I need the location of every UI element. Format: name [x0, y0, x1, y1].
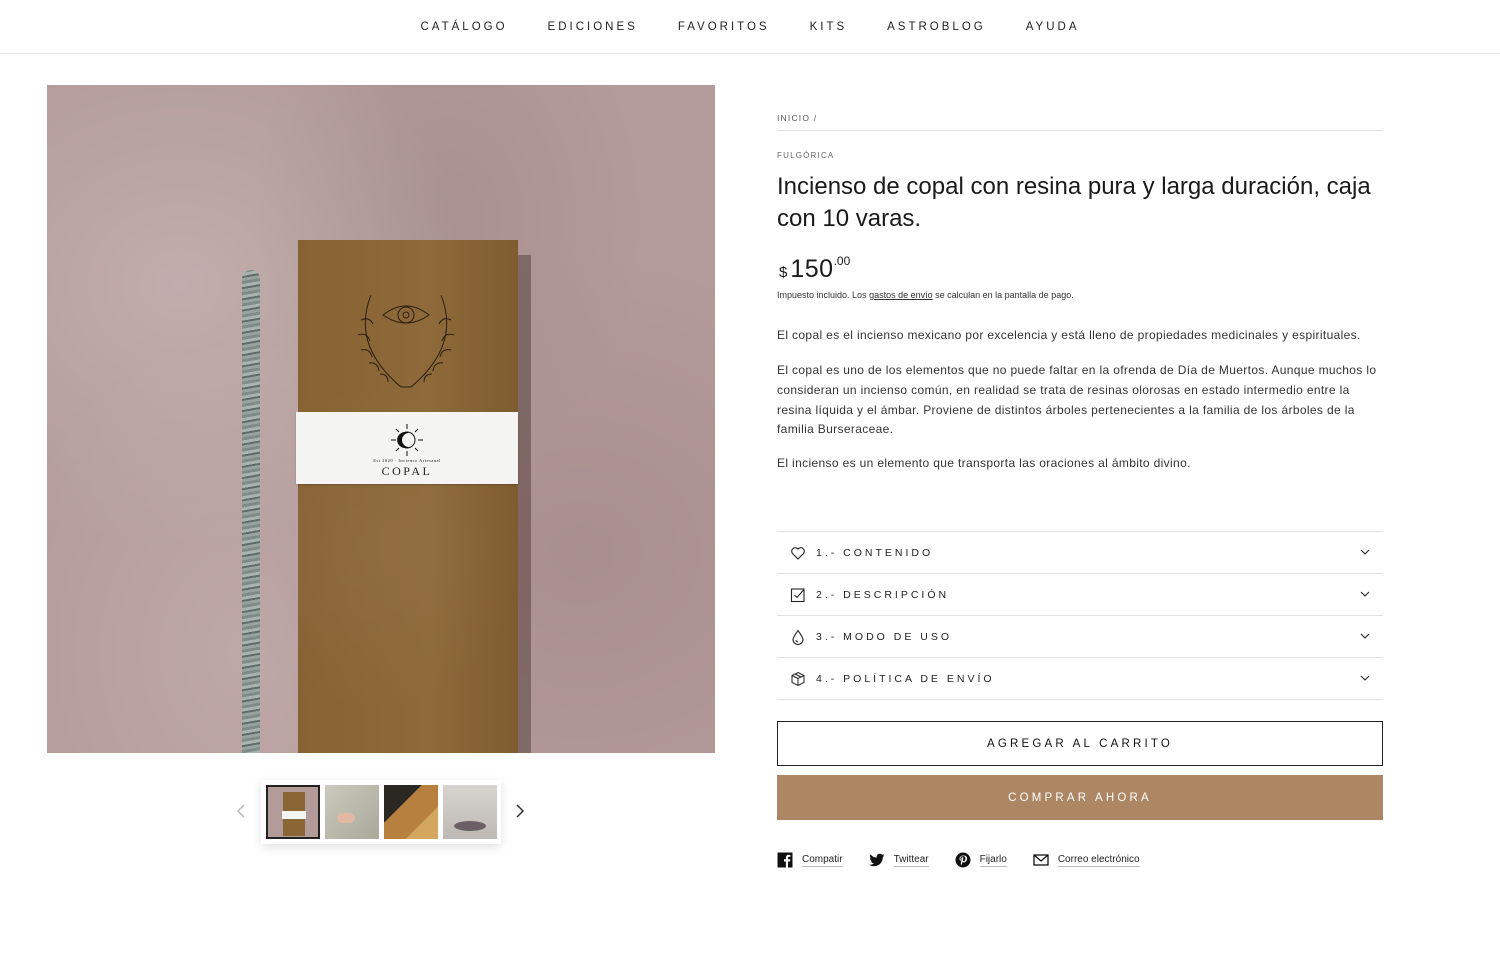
gallery-prev-button[interactable]: [233, 800, 249, 822]
section-heading-partial: [47, 944, 207, 954]
tax-note-prefix: Impuesto incluido. Los: [777, 290, 870, 300]
product-label-band: Est 2020 · Incienso Artesanal COPAL: [296, 412, 518, 484]
product-title: Incienso de copal con resina pura y larg…: [777, 173, 1371, 232]
share-pinterest[interactable]: Fijarlo: [955, 852, 1007, 868]
gallery-next-button[interactable]: [512, 800, 528, 822]
accordion-label: 1.- CONTENIDO: [816, 546, 934, 559]
accordion-modo-de-uso[interactable]: 3.- MODO DE USO: [777, 616, 1383, 658]
thumbnail-4[interactable]: [443, 785, 497, 839]
nav-item-ayuda[interactable]: AYUDA: [1006, 0, 1100, 54]
chevron-right-icon: [516, 804, 525, 818]
tax-note: Impuesto incluido. Los gastos de envío s…: [777, 290, 1074, 300]
accordion-label: 4.- POLÍTICA DE ENVÍO: [816, 672, 995, 685]
email-icon: [1033, 854, 1049, 866]
thumbnail-band: [282, 811, 306, 819]
share-twitter[interactable]: Twittear: [868, 852, 929, 868]
twitter-icon: [868, 853, 885, 867]
heart-icon: [791, 546, 805, 560]
eye-laurel-emblem-icon: [357, 294, 455, 388]
nav-menu: CATÁLOGO EDICIONES FAVORITOS KITS ASTROB…: [400, 0, 1099, 54]
add-to-cart-button[interactable]: AGREGAR AL CARRITO: [777, 721, 1383, 766]
label-title: COPAL: [381, 464, 433, 478]
product-accordion: 1.- CONTENIDO 2.- DESCRIPCIÓN 3.- MODO D…: [777, 531, 1383, 700]
thumbnail-hand: [337, 813, 355, 823]
chevron-left-icon: [236, 804, 245, 818]
accordion-label: 3.- MODO DE USO: [816, 630, 953, 643]
thumbnail-2[interactable]: [325, 785, 379, 839]
box-shadow: [517, 255, 531, 753]
chevron-down-icon: [1360, 591, 1370, 597]
chevron-down-icon: [1360, 549, 1370, 555]
product-vendor: FULGÓRICA: [777, 151, 835, 160]
share-label: Twittear: [893, 853, 929, 867]
nav-item-favoritos[interactable]: FAVORITOS: [658, 0, 790, 54]
nav-item-kits[interactable]: KITS: [790, 0, 868, 54]
gallery-thumbnails: [261, 780, 501, 844]
box-icon: [791, 671, 805, 686]
nav-item-catalogo[interactable]: CATÁLOGO: [400, 0, 527, 54]
nav-item-ediciones[interactable]: EDICIONES: [528, 0, 658, 54]
thumbnail-1[interactable]: [266, 785, 320, 839]
nav-item-astroblog[interactable]: ASTROBLOG: [867, 0, 1006, 54]
price-decimals: .00: [833, 254, 851, 268]
chevron-down-icon: [1360, 633, 1370, 639]
accordion-descripcion[interactable]: 2.- DESCRIPCIÓN: [777, 574, 1383, 616]
description-paragraph-2: El copal es uno de los elementos que no …: [777, 363, 1377, 437]
description-paragraph-3: El incienso es un elemento que transport…: [777, 456, 1191, 470]
divider: [777, 130, 1383, 131]
description-paragraph-1: El copal es el incienso mexicano por exc…: [777, 328, 1361, 342]
accordion-label: 2.- DESCRIPCIÓN: [816, 588, 950, 601]
breadcrumb[interactable]: INICIO /: [777, 113, 817, 123]
checkbox-icon: [790, 587, 805, 602]
thumbnail-3[interactable]: [384, 785, 438, 839]
accordion-contenido[interactable]: 1.- CONTENIDO: [777, 532, 1383, 574]
buy-now-button[interactable]: COMPRAR AHORA: [777, 775, 1383, 820]
incense-stick-image: [242, 270, 260, 753]
share-links: Compatir Twittear Fijarlo Correo electró…: [777, 852, 1166, 868]
shipping-costs-link[interactable]: gastos de envío: [869, 290, 933, 300]
label-subtitle: Est 2020 · Incienso Artesanal: [373, 458, 441, 463]
share-label: Compatir: [802, 853, 843, 867]
main-navigation: CATÁLOGO EDICIONES FAVORITOS KITS ASTROB…: [0, 0, 1500, 54]
product-main-image[interactable]: Est 2020 · Incienso Artesanal COPAL: [47, 85, 715, 753]
drop-icon: [792, 629, 804, 645]
pinterest-icon: [955, 852, 971, 868]
price-integer: 150: [790, 255, 834, 283]
share-facebook[interactable]: Compatir: [777, 852, 843, 868]
tax-note-suffix: se calculan en la pantalla de pago.: [932, 290, 1074, 300]
accordion-politica-de-envio[interactable]: 4.- POLÍTICA DE ENVÍO: [777, 658, 1383, 700]
share-label: Fijarlo: [979, 853, 1007, 867]
share-email[interactable]: Correo electrónico: [1033, 852, 1140, 868]
price-currency: $: [779, 264, 788, 281]
thumbnail-dish: [454, 821, 486, 831]
sun-moon-logo-icon: [391, 424, 423, 456]
facebook-icon: [777, 852, 793, 868]
share-label: Correo electrónico: [1057, 853, 1140, 867]
product-price: $150.00: [779, 254, 850, 284]
chevron-down-icon: [1360, 675, 1370, 681]
